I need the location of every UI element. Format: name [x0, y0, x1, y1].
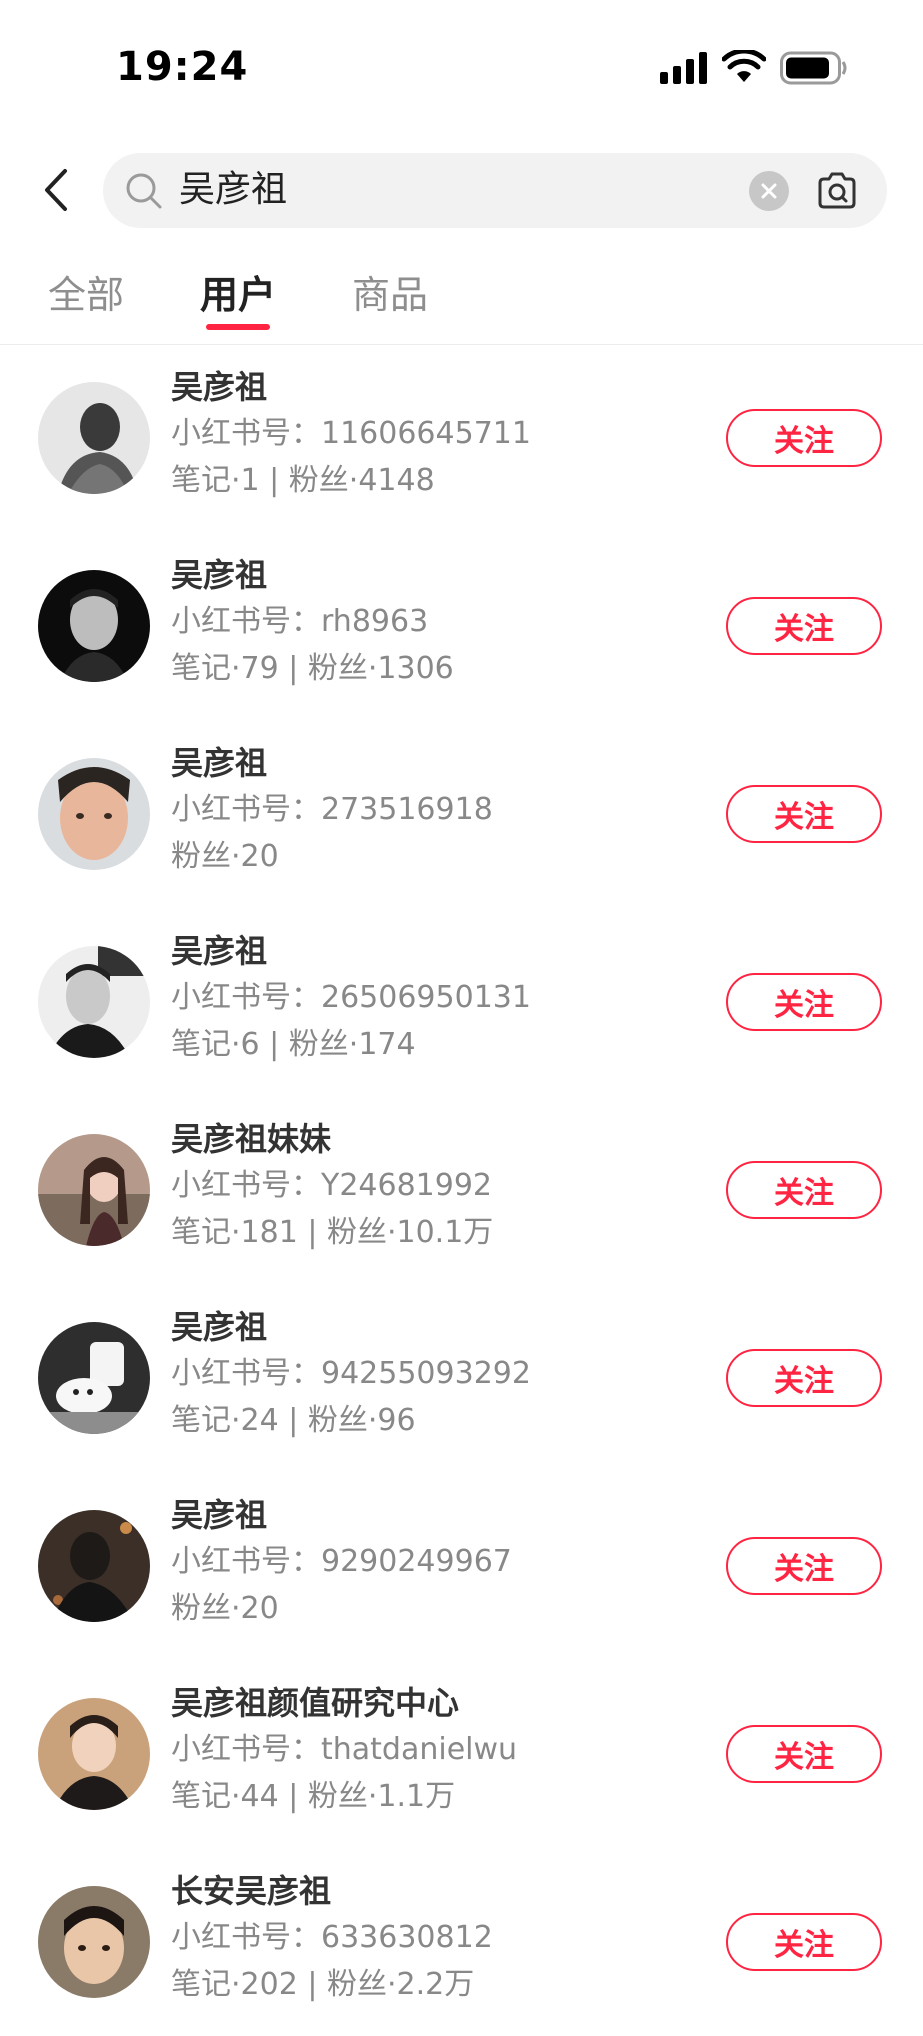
user-id: 小红书号：9290249967: [171, 1544, 512, 1579]
status-bar: 19:24: [0, 0, 923, 130]
search-result-tabs: 全部 用户 商品: [0, 262, 923, 345]
user-name: 吴彦祖: [171, 744, 268, 782]
avatar[interactable]: [38, 1510, 150, 1622]
user-stats: 笔记·181 | 粉丝·10.1万: [171, 1215, 494, 1250]
user-id: 小红书号：11606645711: [171, 416, 531, 451]
user-name: 吴彦祖: [171, 556, 268, 594]
user-name: 吴彦祖: [171, 1308, 268, 1346]
tab-products[interactable]: 商品: [352, 272, 428, 318]
list-item[interactable]: 吴彦祖 小红书号：273516918 粉丝·20 关注: [0, 720, 923, 908]
avatar[interactable]: [38, 758, 150, 870]
follow-button[interactable]: 关注: [726, 1349, 882, 1407]
follow-button[interactable]: 关注: [726, 785, 882, 843]
user-stats: 笔记·1 | 粉丝·4148: [171, 463, 435, 498]
follow-button[interactable]: 关注: [726, 597, 882, 655]
user-name: 吴彦祖: [171, 1496, 268, 1534]
user-id: 小红书号：273516918: [171, 792, 493, 827]
tab-all[interactable]: 全部: [48, 272, 124, 318]
list-item[interactable]: 吴彦祖 小红书号：11606645711 笔记·1 | 粉丝·4148 关注: [0, 344, 923, 532]
user-id: 小红书号：26506950131: [171, 980, 531, 1015]
list-item[interactable]: 吴彦祖 小红书号：rh8963 笔记·79 | 粉丝·1306 关注: [0, 532, 923, 720]
list-item[interactable]: 吴彦祖 小红书号：26506950131 笔记·6 | 粉丝·174 关注: [0, 908, 923, 1096]
cellular-signal-icon: [660, 52, 707, 84]
battery-icon: [780, 51, 847, 85]
list-item[interactable]: 吴彦祖颜值研究中心 小红书号：thatdanielwu 笔记·44 | 粉丝·1…: [0, 1660, 923, 1848]
list-item[interactable]: 长安吴彦祖 小红书号：633630812 笔记·202 | 粉丝·2.2万 关注: [0, 1848, 923, 2036]
tab-users[interactable]: 用户: [200, 272, 276, 318]
search-bar[interactable]: 吴彦祖: [103, 153, 887, 228]
clear-search-button[interactable]: [749, 171, 789, 211]
user-stats: 粉丝·20: [171, 839, 279, 874]
user-stats: 笔记·79 | 粉丝·1306: [171, 651, 454, 686]
user-id: 小红书号：633630812: [171, 1920, 493, 1955]
chevron-left-icon: [45, 169, 67, 211]
user-name: 吴彦祖颜值研究中心: [171, 1684, 460, 1722]
user-id: 小红书号：94255093292: [171, 1356, 531, 1391]
search-input[interactable]: 吴彦祖: [179, 166, 287, 214]
list-item[interactable]: 吴彦祖妹妹 小红书号：Y24681992 笔记·181 | 粉丝·10.1万 关…: [0, 1096, 923, 1284]
user-name: 吴彦祖: [171, 932, 268, 970]
user-name: 吴彦祖妹妹: [171, 1120, 332, 1158]
user-stats: 笔记·6 | 粉丝·174: [171, 1027, 416, 1062]
back-button[interactable]: [34, 160, 78, 220]
follow-button[interactable]: 关注: [726, 1537, 882, 1595]
close-icon: [761, 183, 777, 199]
follow-button[interactable]: 关注: [726, 1913, 882, 1971]
follow-button[interactable]: 关注: [726, 1725, 882, 1783]
follow-button[interactable]: 关注: [726, 409, 882, 467]
user-stats: 笔记·44 | 粉丝·1.1万: [171, 1779, 456, 1814]
list-item[interactable]: 吴彦祖 小红书号：9290249967 粉丝·20 关注: [0, 1472, 923, 1660]
wifi-icon: [722, 50, 766, 82]
avatar[interactable]: [38, 1698, 150, 1810]
search-icon: [126, 173, 162, 209]
list-item[interactable]: 吴彦祖 小红书号：94255093292 笔记·24 | 粉丝·96 关注: [0, 1284, 923, 1472]
camera-search-icon[interactable]: [815, 169, 859, 213]
status-time: 19:24: [116, 44, 249, 90]
user-stats: 笔记·202 | 粉丝·2.2万: [171, 1967, 475, 2002]
user-name: 长安吴彦祖: [171, 1872, 332, 1910]
user-stats: 笔记·24 | 粉丝·96: [171, 1403, 416, 1438]
user-name: 吴彦祖: [171, 368, 268, 406]
avatar[interactable]: [38, 382, 150, 494]
user-stats: 粉丝·20: [171, 1591, 279, 1626]
active-tab-indicator: [206, 324, 270, 330]
follow-button[interactable]: 关注: [726, 1161, 882, 1219]
user-id: 小红书号：thatdanielwu: [171, 1732, 518, 1767]
avatar[interactable]: [38, 1322, 150, 1434]
avatar[interactable]: [38, 570, 150, 682]
follow-button[interactable]: 关注: [726, 973, 882, 1031]
avatar[interactable]: [38, 1134, 150, 1246]
avatar[interactable]: [38, 946, 150, 1058]
user-id: 小红书号：rh8963: [171, 604, 429, 639]
user-id: 小红书号：Y24681992: [171, 1168, 493, 1203]
avatar[interactable]: [38, 1886, 150, 1998]
